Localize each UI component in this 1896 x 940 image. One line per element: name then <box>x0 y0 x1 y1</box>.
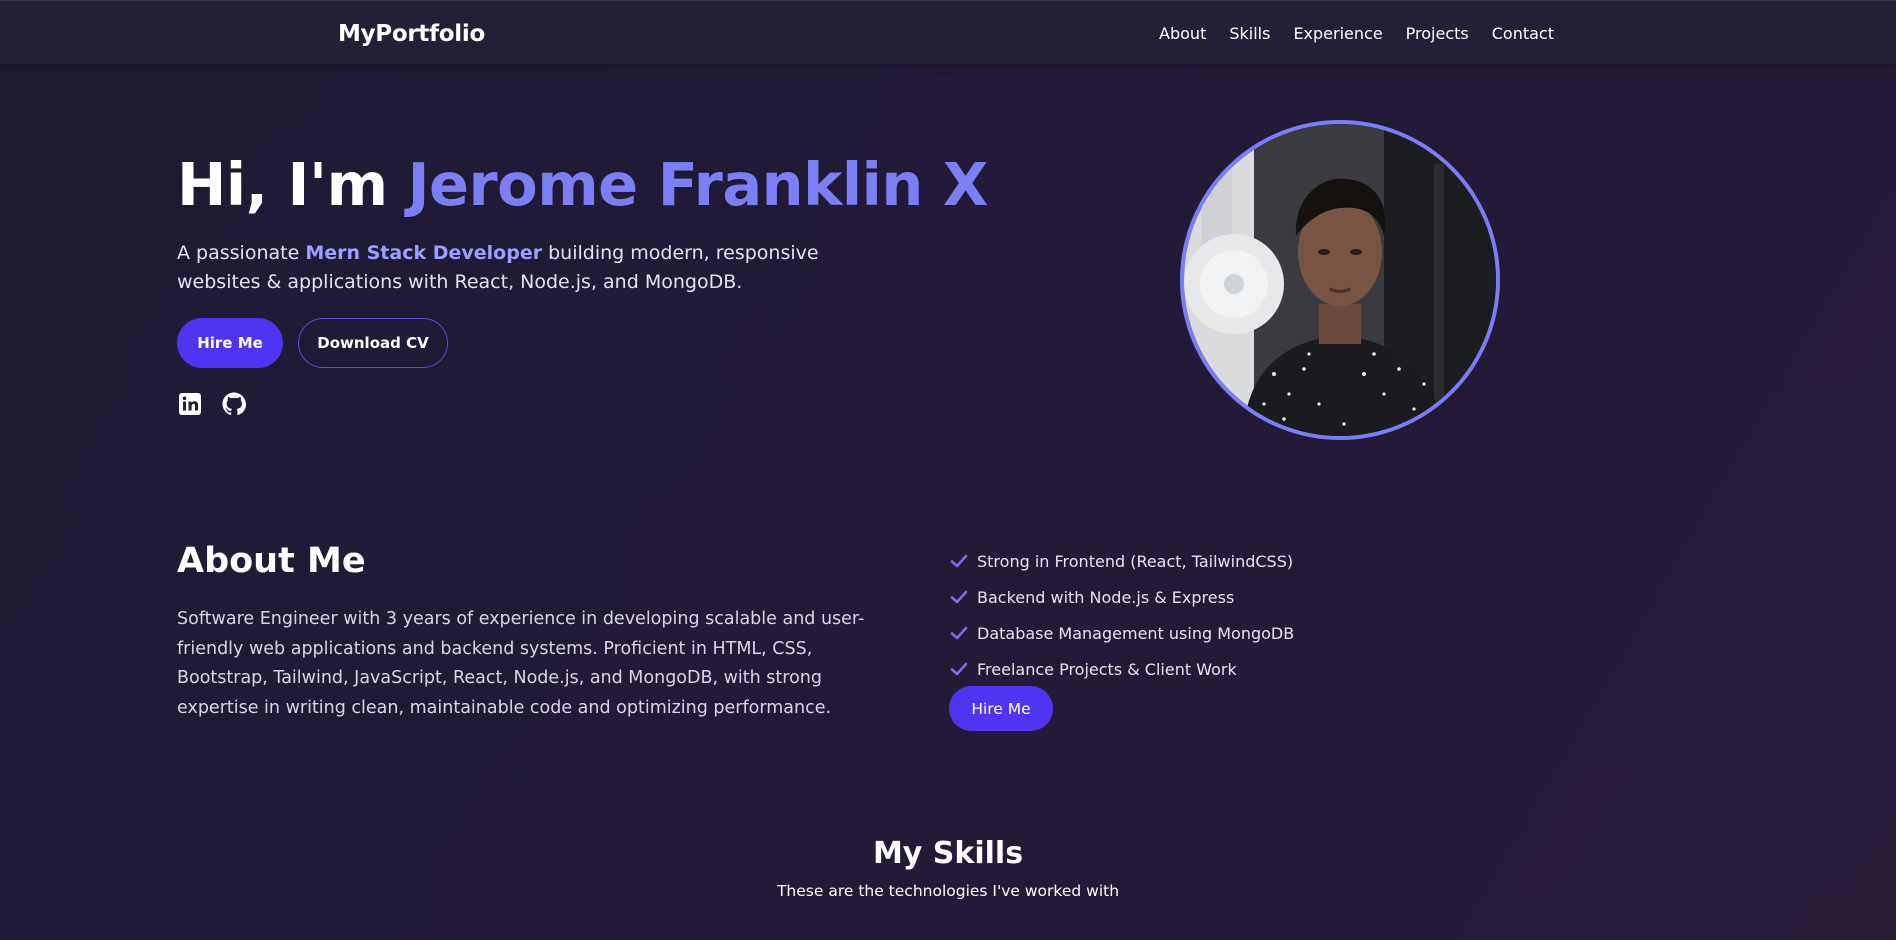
download-cv-button[interactable]: Download CV <box>298 318 448 368</box>
skills-title: My Skills <box>872 836 1024 871</box>
hire-me-button[interactable]: Hire Me <box>177 318 283 368</box>
nav-link-contact[interactable]: Contact <box>1492 24 1554 43</box>
nav-link-skills[interactable]: Skills <box>1229 24 1270 43</box>
nav-links: About Skills Experience Projects Contact <box>1159 24 1554 43</box>
feature-item: Freelance Projects & Client Work <box>950 651 1294 687</box>
check-icon <box>950 590 968 604</box>
linkedin-icon[interactable] <box>178 392 202 416</box>
hero-greeting: Hi, I'm <box>177 150 408 219</box>
hero-desc-prefix: A passionate <box>177 242 306 264</box>
about-text: Software Engineer with 3 years of experi… <box>177 609 865 718</box>
brand-logo[interactable]: MyPortfolio <box>338 21 485 47</box>
check-icon <box>950 626 968 640</box>
feature-list: Strong in Frontend (React, TailwindCSS) … <box>950 543 1294 687</box>
github-icon[interactable] <box>222 392 246 416</box>
feature-label: Freelance Projects & Client Work <box>977 659 1237 679</box>
feature-label: Backend with Node.js & Express <box>977 587 1235 607</box>
nav-link-experience[interactable]: Experience <box>1293 24 1382 43</box>
profile-photo <box>1180 120 1500 440</box>
hero-role-highlight: Mern Stack Developer <box>305 242 543 264</box>
hero-description: A passionate Mern Stack Developer buildi… <box>177 239 897 297</box>
check-icon <box>950 662 968 676</box>
nav-link-projects[interactable]: Projects <box>1406 24 1469 43</box>
feature-label: Strong in Frontend (React, TailwindCSS) <box>977 551 1294 571</box>
about-hire-me-button[interactable]: Hire Me <box>949 686 1053 731</box>
feature-item: Database Management using MongoDB <box>950 615 1294 651</box>
hero-name: Jerome Franklin X <box>407 150 989 219</box>
about-title: About Me <box>177 541 366 581</box>
feature-item: Backend with Node.js & Express <box>950 579 1294 615</box>
feature-item: Strong in Frontend (React, TailwindCSS) <box>950 543 1294 579</box>
navbar: MyPortfolio About Skills Experience Proj… <box>0 0 1896 64</box>
feature-label: Database Management using MongoDB <box>977 623 1295 643</box>
hero-title: Hi, I'm Jerome Franklin X <box>177 150 988 219</box>
nav-link-about[interactable]: About <box>1159 24 1206 43</box>
profile-photo-illustration <box>1184 124 1496 436</box>
skills-subtitle: These are the technologies I've worked w… <box>776 882 1120 900</box>
check-icon <box>950 554 968 568</box>
